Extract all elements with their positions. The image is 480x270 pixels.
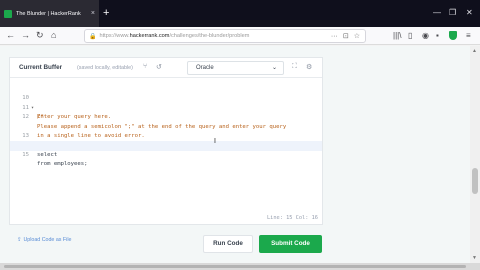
tab-close-icon[interactable]: × [91, 10, 95, 17]
text-cursor-icon: I [214, 138, 216, 145]
extension-shield-icon[interactable] [449, 31, 457, 40]
new-tab-button[interactable]: + [103, 8, 109, 19]
chevron-down-icon: ⌄ [271, 65, 277, 71]
hackerrank-favicon-icon [4, 9, 12, 18]
url-prefix: https://www. [99, 33, 130, 39]
close-window-icon[interactable]: ✕ [466, 9, 473, 17]
forward-icon[interactable]: → [21, 30, 30, 41]
scrollbar-thumb[interactable] [472, 168, 478, 194]
minimize-icon[interactable]: — [433, 9, 441, 17]
language-select[interactable]: Oracle ⌄ [187, 61, 284, 75]
browser-nav-bar: ← → ↻ ⌂ 🔒 https://www.hackerrank.com/cha… [0, 27, 480, 45]
code-line: 12 Please append a semicolon ";" at the … [10, 104, 322, 129]
browser-tab[interactable]: The Blunder | HackerRank × [0, 0, 99, 27]
code-line: 14 select [10, 132, 322, 157]
url-text: https://www.hackerrank.com/challenges/th… [99, 33, 330, 39]
scroll-up-icon[interactable]: ▲ [472, 48, 477, 54]
vertical-scrollbar[interactable]: ▲ ▼ [470, 46, 480, 263]
lock-icon: 🔒 [89, 33, 97, 40]
horizontal-scrollbar-thumb[interactable] [4, 265, 466, 268]
code-line: 11 Enter your query here. [10, 94, 322, 120]
horizontal-scrollbar[interactable] [0, 263, 480, 270]
code-text: from employees; [37, 161, 88, 168]
back-icon[interactable]: ← [6, 30, 15, 41]
account-icon[interactable]: ◉ [422, 31, 429, 40]
tab-title: The Blunder | HackerRank [16, 10, 81, 17]
page-actions-icon[interactable]: ··· [331, 33, 338, 40]
scroll-down-icon[interactable]: ▼ [472, 255, 477, 261]
upload-icon: ⇪ [17, 237, 22, 243]
cursor-position-status: Line: 15 Col: 16 [266, 215, 318, 221]
menu-icon[interactable]: ≡ [466, 31, 471, 40]
branch-icon[interactable]: ⑂ [143, 63, 147, 70]
sidebar-icon[interactable]: ▯ [408, 31, 412, 40]
submit-code-button[interactable]: Submit Code [259, 235, 322, 253]
upload-code-link[interactable]: ⇪ Upload Code as File [17, 237, 71, 243]
code-editor-panel: Current Buffer (saved locally, editable)… [9, 57, 323, 225]
settings-gear-icon[interactable]: ⚙ [306, 63, 312, 71]
url-bar[interactable]: 🔒 https://www.hackerrank.com/challenges/… [84, 29, 366, 43]
library-icon[interactable]: |||\ [393, 31, 401, 40]
history-icon[interactable]: ↺ [156, 63, 162, 71]
run-code-button[interactable]: Run Code [203, 235, 253, 253]
upload-label: Upload Code as File [23, 237, 72, 243]
editor-header: Current Buffer (saved locally, editable)… [10, 58, 322, 78]
code-text: select [37, 151, 58, 158]
bookmark-star-icon[interactable]: ☆ [354, 32, 360, 40]
home-icon[interactable]: ⌂ [51, 30, 56, 41]
buffer-subtitle: (saved locally, editable) [77, 64, 133, 71]
url-path: /challenges/the-blunder/problem [169, 33, 250, 39]
maximize-icon[interactable]: ❐ [449, 9, 456, 17]
code-line: 13 */ [10, 123, 322, 148]
url-domain: hackerrank.com [129, 33, 170, 39]
pocket-icon[interactable]: ⊡ [343, 32, 349, 40]
code-line: in a single line to avoid error. [10, 113, 322, 139]
browser-tab-strip: The Blunder | HackerRank × + — ❐ ✕ [0, 0, 480, 27]
code-line-active: 15 from employees; [10, 141, 322, 167]
code-area[interactable]: 10 ▾ /* 11 Enter your query here. 12 Ple… [10, 85, 322, 167]
buffer-title: Current Buffer [19, 64, 63, 71]
language-value: Oracle [196, 65, 214, 71]
reload-icon[interactable]: ↻ [36, 30, 44, 41]
container-icon[interactable]: ▪ [436, 31, 439, 40]
code-line: 10 ▾ /* [10, 85, 322, 120]
fullscreen-icon[interactable]: ⛶ [292, 63, 297, 71]
line-number: 15 [22, 151, 29, 158]
